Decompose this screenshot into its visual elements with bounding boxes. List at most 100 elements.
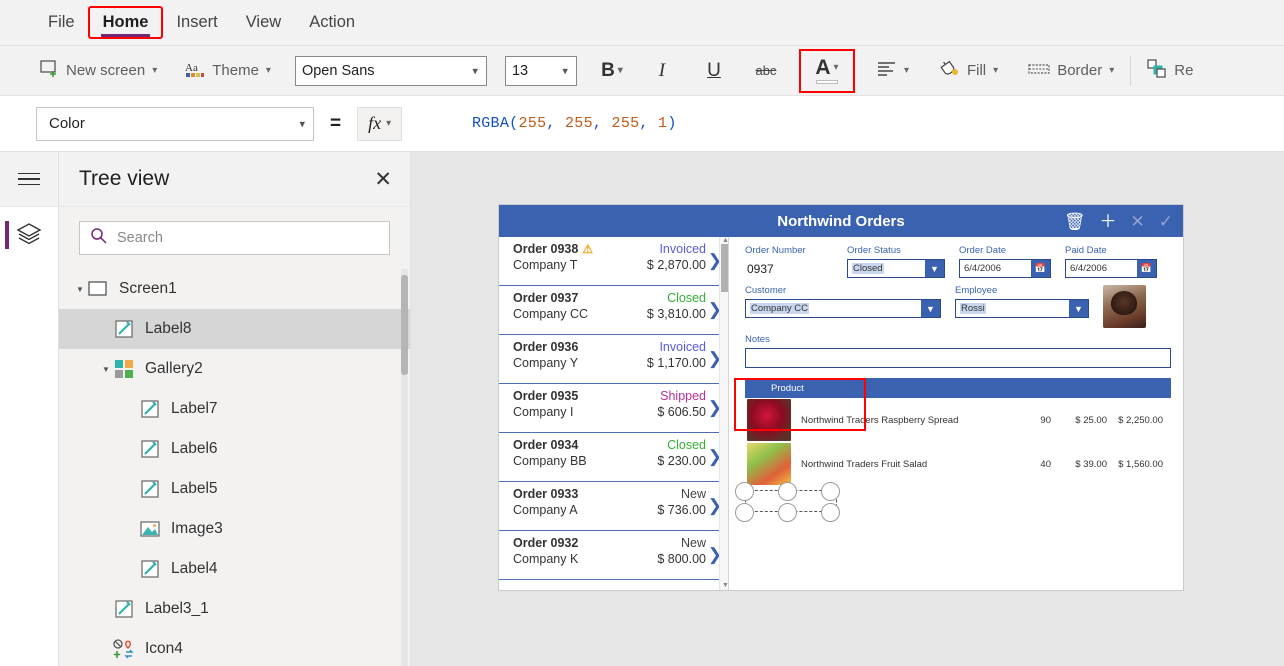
hamburger-menu-button[interactable] bbox=[0, 152, 58, 207]
strikethrough-button[interactable]: abc bbox=[749, 53, 783, 89]
expand-arrow-icon[interactable]: ▼ bbox=[99, 365, 113, 374]
chevron-down-icon[interactable]: ▼ bbox=[1069, 300, 1088, 317]
calendar-icon[interactable]: 📅 bbox=[1031, 260, 1050, 277]
search-input[interactable] bbox=[117, 230, 379, 246]
menu-item-label: View bbox=[245, 13, 282, 31]
menu-item-action[interactable]: Action bbox=[295, 7, 369, 38]
formula-token: 255 bbox=[518, 115, 547, 132]
customer-dropdown[interactable]: Company CC ▼ bbox=[745, 299, 941, 318]
order-number: Order 0932 bbox=[513, 536, 579, 550]
resize-handle-sw[interactable] bbox=[735, 503, 754, 522]
tree-item-label3_1[interactable]: Label3_1 bbox=[59, 589, 410, 629]
notes-input[interactable] bbox=[745, 348, 1171, 368]
new-screen-button[interactable]: New screen ▾ bbox=[32, 55, 165, 86]
menu-item-view[interactable]: View bbox=[232, 7, 295, 38]
italic-button[interactable]: I bbox=[645, 53, 679, 89]
image-icon bbox=[139, 518, 161, 540]
order-date-picker[interactable]: 6/4/2006 📅 bbox=[959, 259, 1051, 278]
tree-item-screen1[interactable]: ▼ Screen1 bbox=[59, 269, 410, 309]
fill-label: Fill bbox=[966, 62, 987, 79]
tree-item-gallery2[interactable]: ▼ Gallery2 bbox=[59, 349, 410, 389]
gallery-scrollbar-thumb[interactable] bbox=[721, 244, 728, 292]
reorder-button[interactable]: Re bbox=[1139, 54, 1201, 88]
align-button[interactable]: ▾ bbox=[869, 56, 917, 85]
cancel-icon[interactable]: ✕ bbox=[1131, 213, 1145, 230]
fx-button[interactable]: fx ▾ bbox=[357, 106, 403, 141]
order-amount: $ 606.50 bbox=[657, 405, 706, 419]
product-total: $ 1,560.00 bbox=[1118, 458, 1163, 470]
order-list-item[interactable]: Order 0935 Shipped Company I $ 606.50 ❯ bbox=[499, 384, 728, 433]
label-icon bbox=[139, 438, 161, 460]
products-header-bar: Product bbox=[745, 378, 1171, 398]
tree-item-label: Label3_1 bbox=[145, 600, 209, 617]
order-list-item[interactable]: Order 0934 Closed Company BB $ 230.00 ❯ bbox=[499, 433, 728, 482]
border-label: Border bbox=[1057, 62, 1103, 79]
chevron-down-icon[interactable]: ▼ bbox=[921, 300, 940, 317]
property-select[interactable]: Color bbox=[36, 106, 314, 141]
tree-item-icon4[interactable]: Icon4 bbox=[59, 629, 410, 666]
order-status-dropdown[interactable]: Closed ▼ bbox=[847, 259, 945, 278]
border-button[interactable]: Border ▾ bbox=[1020, 57, 1122, 85]
label-icon bbox=[139, 398, 161, 420]
menu-item-file[interactable]: File bbox=[34, 7, 89, 38]
label-icon bbox=[113, 318, 135, 340]
order-list-item[interactable]: Order 0936 Invoiced Company Y $ 1,170.00 ❯ bbox=[499, 335, 728, 384]
scroll-up-arrow[interactable]: ▲ bbox=[722, 237, 729, 244]
order-list-item[interactable]: Order 0937 Closed Company CC $ 3,810.00 ❯ bbox=[499, 286, 728, 335]
order-list-item[interactable]: Order 0938 ⚠ Invoiced Company T $ 2,870.00 ❯ bbox=[499, 237, 728, 286]
resize-handle-s[interactable] bbox=[778, 503, 797, 522]
product-list-item[interactable]: Northwind Traders Fruit Salad 40 $ 39.00 $ … bbox=[745, 442, 1171, 486]
order-list-item[interactable]: Order 0932 New Company K $ 800.00 ❯ bbox=[499, 531, 728, 580]
formula-token: 255 bbox=[611, 115, 640, 132]
add-icon[interactable]: ＋ bbox=[1100, 213, 1117, 230]
order-amount: $ 800.00 bbox=[657, 552, 706, 566]
menu-item-insert[interactable]: Insert bbox=[162, 7, 231, 38]
fill-button[interactable]: Fill ▾ bbox=[931, 54, 1006, 87]
calendar-icon[interactable]: 📅 bbox=[1137, 260, 1156, 277]
font-family-select[interactable]: Open Sans bbox=[294, 55, 487, 86]
product-list-item[interactable]: Northwind Traders Raspberry Spread 90 $ 25… bbox=[745, 398, 1171, 442]
field-label: Order Date bbox=[959, 245, 1006, 256]
tree-item-label6[interactable]: Label6 bbox=[59, 429, 410, 469]
chevron-down-icon[interactable]: ▼ bbox=[925, 260, 944, 277]
menu-item-home[interactable]: Home bbox=[87, 6, 164, 39]
equals-sign: = bbox=[330, 112, 342, 134]
font-color-button[interactable]: A ▾ bbox=[798, 48, 855, 93]
delete-icon[interactable]: 🗑 bbox=[1064, 213, 1086, 230]
tree-item-label5[interactable]: Label5 bbox=[59, 469, 410, 509]
font-size-select[interactable]: 13 bbox=[504, 55, 577, 86]
paid-date-value: 6/4/2006 bbox=[1070, 263, 1107, 274]
product-quantity: 90 bbox=[1040, 414, 1051, 426]
theme-label: Theme bbox=[212, 62, 259, 79]
confirm-icon[interactable]: ✓ bbox=[1159, 213, 1173, 230]
rail-item-tree-view[interactable] bbox=[0, 207, 58, 263]
svg-text:Aa: Aa bbox=[185, 62, 198, 74]
order-list-item[interactable]: Order 0933 New Company A $ 736.00 ❯ bbox=[499, 482, 728, 531]
tree-scrollbar-thumb[interactable] bbox=[401, 275, 408, 375]
theme-button[interactable]: Aa Theme ▾ bbox=[177, 55, 279, 87]
order-date-value: 6/4/2006 bbox=[964, 263, 1001, 274]
paid-date-picker[interactable]: 6/4/2006 📅 bbox=[1065, 259, 1157, 278]
close-icon[interactable]: ✕ bbox=[374, 169, 392, 190]
bold-button[interactable]: B ▾ bbox=[595, 53, 629, 89]
tree-item-label7[interactable]: Label7 bbox=[59, 389, 410, 429]
search-box[interactable] bbox=[79, 221, 390, 255]
product-column-label: Product bbox=[771, 382, 804, 394]
chevron-down-icon: ▾ bbox=[265, 64, 271, 76]
underline-button[interactable]: U bbox=[697, 53, 731, 89]
formula-input[interactable]: RGBA(255, 255, 255, 1) bbox=[416, 98, 677, 149]
resize-handle-se[interactable] bbox=[821, 503, 840, 522]
chevron-down-icon: ▾ bbox=[386, 117, 392, 129]
reorder-label: Re bbox=[1174, 62, 1194, 79]
align-left-icon bbox=[877, 61, 897, 80]
field-label: Order Number bbox=[745, 245, 806, 256]
gallery-scrollbar[interactable]: ▲ ▼ bbox=[719, 237, 729, 590]
employee-dropdown[interactable]: Rossi ▼ bbox=[955, 299, 1089, 318]
expand-arrow-icon[interactable]: ▼ bbox=[73, 285, 87, 294]
tree-item-image3[interactable]: Image3 bbox=[59, 509, 410, 549]
scroll-down-arrow[interactable]: ▼ bbox=[722, 582, 729, 589]
product-thumbnail bbox=[747, 443, 791, 485]
search-icon bbox=[90, 227, 107, 249]
tree-item-label8[interactable]: Label8 bbox=[59, 309, 410, 349]
tree-item-label4[interactable]: Label4 bbox=[59, 549, 410, 589]
